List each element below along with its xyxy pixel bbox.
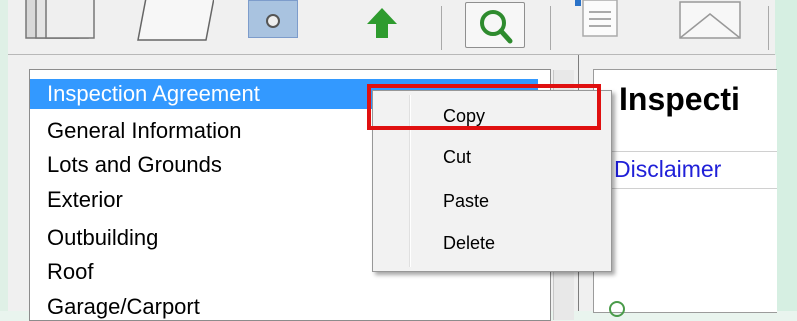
page-icon[interactable] <box>136 0 214 42</box>
section-title: Inspecti <box>619 81 740 117</box>
status-circle-icon <box>609 301 625 317</box>
green-up-arrow-icon[interactable] <box>365 6 399 40</box>
toolbar <box>8 0 775 55</box>
highlight-box <box>367 84 601 130</box>
pages-icon[interactable] <box>24 0 96 42</box>
toolbar-separator <box>441 6 442 50</box>
tree-item-roof[interactable]: Roof <box>47 259 93 285</box>
toolbar-separator <box>768 6 769 50</box>
tree-item-garage-carport[interactable]: Garage/Carport <box>47 294 200 320</box>
menu-item-paste[interactable]: Paste <box>443 185 489 217</box>
tree-item-general-information[interactable]: General Information <box>47 118 241 144</box>
document-icon[interactable] <box>575 0 623 38</box>
tree-item-exterior[interactable]: Exterior <box>47 187 123 213</box>
window-background-right <box>775 0 797 311</box>
camera-icon[interactable] <box>248 0 298 38</box>
tree-item-outbuilding[interactable]: Outbuilding <box>47 225 158 251</box>
window-background-left <box>0 0 8 311</box>
search-icon[interactable] <box>465 2 525 48</box>
menu-item-cut[interactable]: Cut <box>443 141 471 173</box>
tree-item-inspection-agreement[interactable]: Inspection Agreement <box>47 81 260 107</box>
tree-item-lots-and-grounds[interactable]: Lots and Grounds <box>47 152 222 178</box>
menu-item-delete[interactable]: Delete <box>443 227 495 259</box>
tab-disclaimer[interactable]: Disclaimer <box>595 151 777 189</box>
envelope-icon[interactable] <box>678 0 742 40</box>
tab-disclaimer-label: Disclaimer <box>614 156 722 182</box>
toolbar-separator <box>550 6 551 50</box>
